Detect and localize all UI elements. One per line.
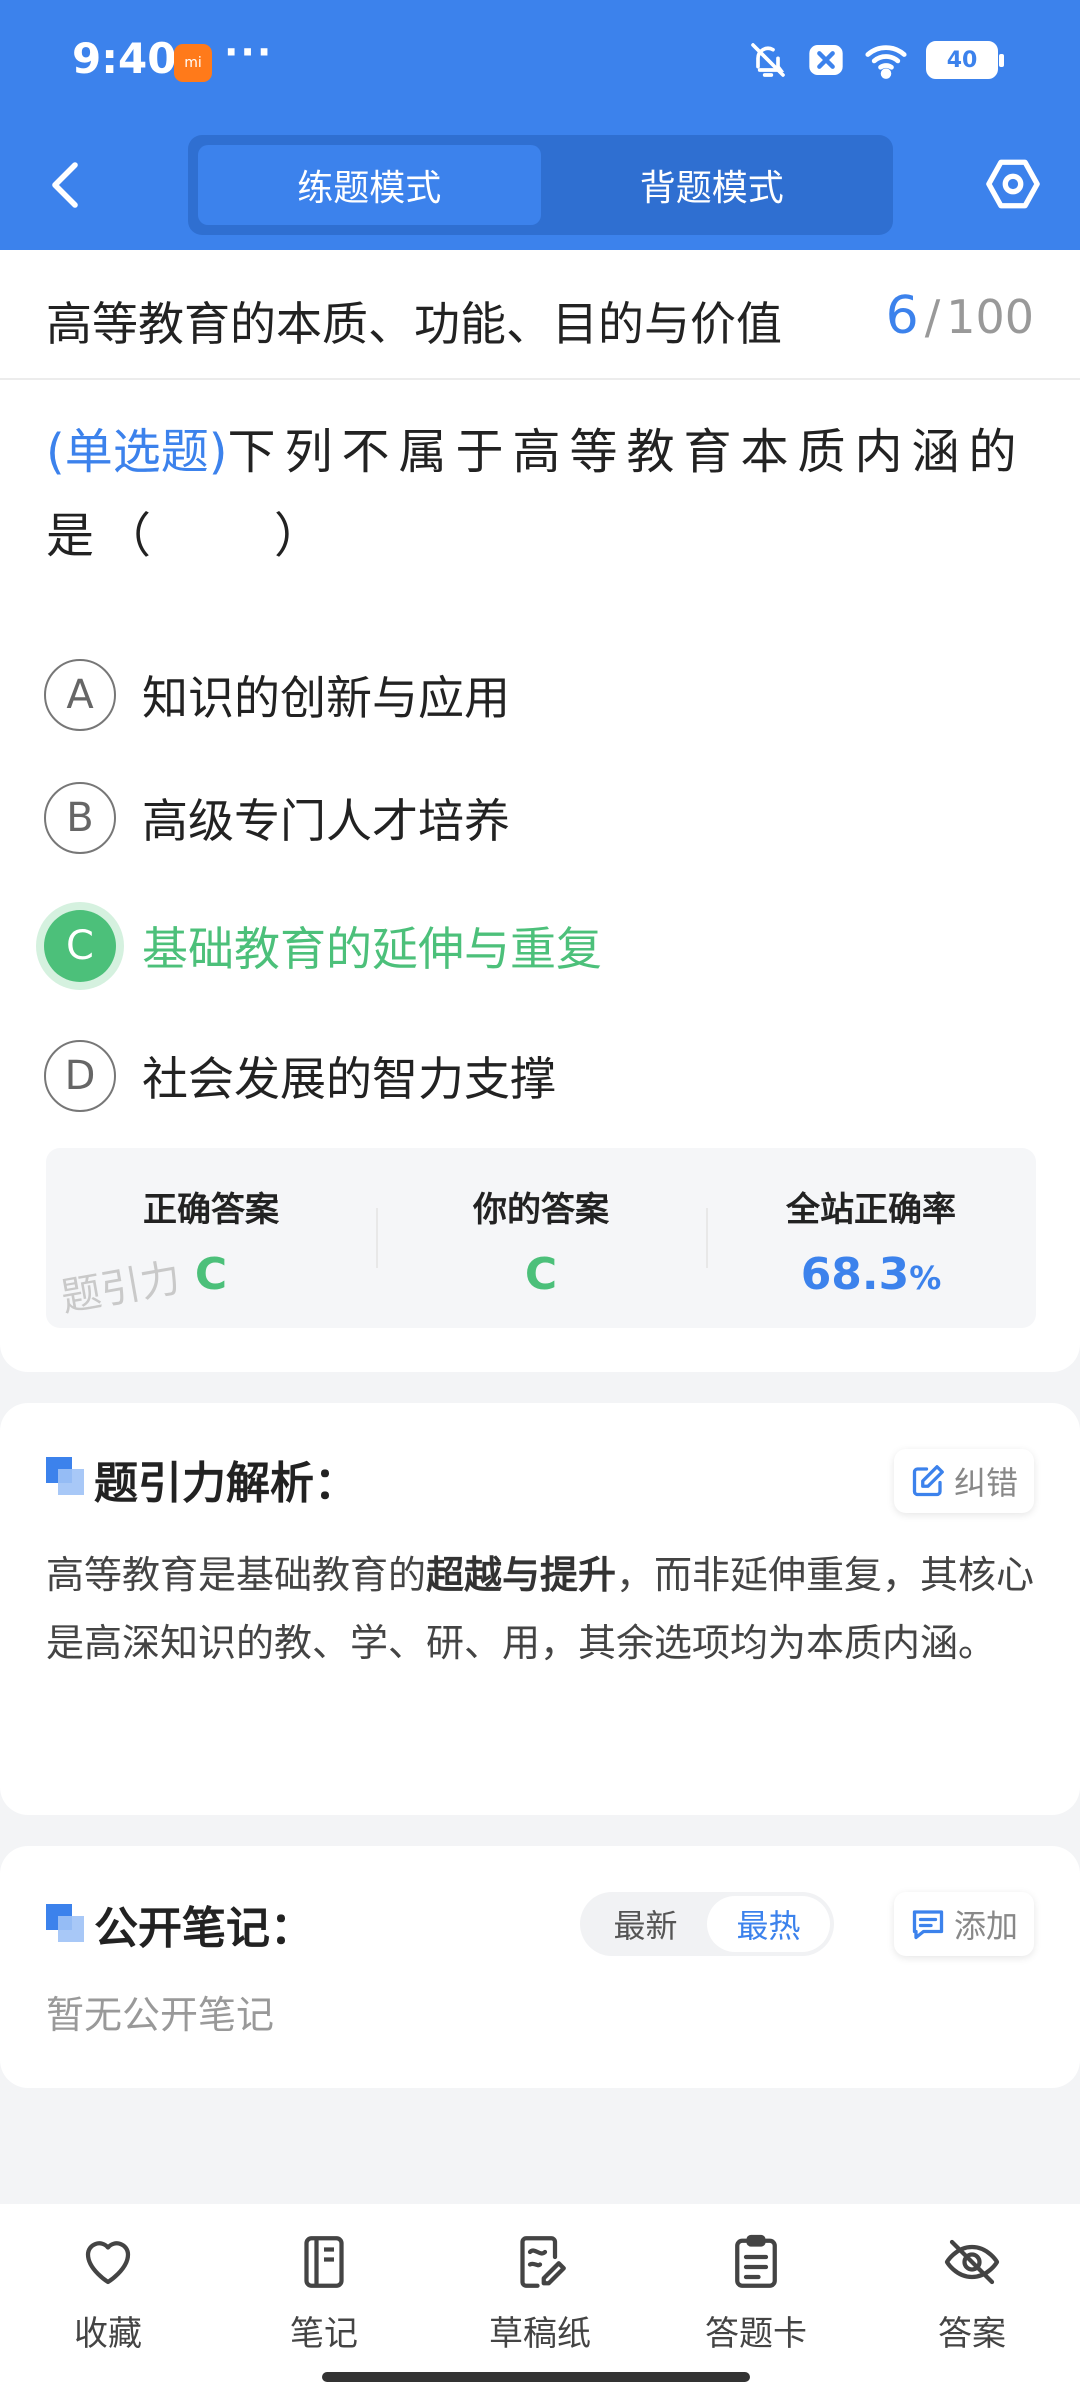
sort-newest[interactable]: 最新 xyxy=(584,1896,707,1952)
option-a-letter: A xyxy=(44,659,116,731)
notes-empty-text: 暂无公开笔记 xyxy=(46,1993,275,2037)
accuracy-unit: % xyxy=(909,1259,942,1297)
option-c[interactable]: C 基础教育的延伸与重复 xyxy=(44,908,602,984)
heart-icon xyxy=(85,2241,131,2285)
analysis-title: 题引力解析： xyxy=(94,1458,358,1509)
draft-icon xyxy=(520,2236,566,2288)
stat-your-answer: 你的答案 C xyxy=(376,1148,706,1328)
analysis-text-part1: 高等教育是基础教育的 xyxy=(46,1553,427,1597)
add-note-button[interactable]: 添加 xyxy=(893,1892,1034,1956)
notebook-icon xyxy=(304,2236,344,2288)
accuracy-number: 68.3 xyxy=(800,1249,910,1300)
stat-accuracy: 全站正确率 68.3% xyxy=(706,1148,1036,1328)
option-a[interactable]: A 知识的创新与应用 xyxy=(44,657,510,733)
show-answer-button[interactable]: 答案 xyxy=(864,2232,1080,2400)
option-b[interactable]: B 高级专门人才培养 xyxy=(44,780,510,856)
chapter-title: 高等教育的本质、功能、目的与价值 xyxy=(46,297,782,351)
bell-off-icon xyxy=(751,43,785,77)
tab-practice-mode[interactable]: 练题模式 xyxy=(198,145,541,225)
tab-memorize-mode[interactable]: 背题模式 xyxy=(541,145,884,225)
eye-off-icon xyxy=(944,2239,1000,2285)
question-title-row: 高等教育的本质、功能、目的与价值 6/100 xyxy=(0,250,1080,380)
answer-card-icon xyxy=(735,2234,777,2288)
progress-current: 6 xyxy=(885,286,919,346)
notes-card: 公开笔记： 最新 最热 添加 暂无公开笔记 xyxy=(0,1846,1080,2088)
question-text: (单选题)下列不属于高等教育本质内涵的是（ ） xyxy=(46,410,1041,578)
battery-icon: 40 xyxy=(926,41,1004,79)
top-header: 9:40 mi ··· 40 练题模式 背题模式 xyxy=(0,0,1080,250)
option-a-text: 知识的创新与应用 xyxy=(142,671,510,725)
question-card: 高等教育的本质、功能、目的与价值 6/100 (单选题)下列不属于高等教育本质内… xyxy=(0,250,1080,1372)
your-answer-value: C xyxy=(524,1249,558,1300)
status-time: 9:40 xyxy=(72,34,177,83)
option-c-text: 基础教育的延伸与重复 xyxy=(142,922,602,976)
home-indicator xyxy=(322,2372,750,2382)
edit-icon xyxy=(912,1465,944,1497)
stat-correct-answer: 正确答案 C 题引力 xyxy=(46,1148,376,1328)
show-answer-label: 答案 xyxy=(938,2314,1006,2354)
option-b-text: 高级专门人才培养 xyxy=(142,794,510,848)
accuracy-label: 全站正确率 xyxy=(786,1190,956,1230)
option-d-text: 社会发展的智力支撑 xyxy=(142,1052,556,1106)
comment-icon xyxy=(912,1910,944,1940)
progress-separator: / xyxy=(924,290,941,344)
app-notification-icon: mi xyxy=(174,44,212,82)
status-icons: 40 xyxy=(748,40,1004,80)
section-icon xyxy=(46,1904,86,1944)
data-off-icon xyxy=(809,45,843,75)
notes-sort-toggle: 最新 最热 xyxy=(580,1892,834,1956)
analysis-card: 题引力解析： 纠错 高等教育是基础教育的超越与提升，而非延伸重复，其核心是高深知… xyxy=(0,1403,1080,1815)
more-notifications-icon: ··· xyxy=(224,30,274,74)
battery-level: 40 xyxy=(946,47,978,73)
chevron-left-icon xyxy=(52,162,78,208)
progress-total: 100 xyxy=(946,290,1034,344)
wifi-icon xyxy=(865,45,907,79)
report-error-label: 纠错 xyxy=(953,1464,1018,1502)
bottom-toolbar: 收藏 笔记 草稿纸 答题卡 答案 xyxy=(0,2204,1080,2400)
question-progress: 6/100 xyxy=(886,286,1034,346)
notes-title: 公开笔记： xyxy=(94,1903,314,1954)
favorite-button[interactable]: 收藏 xyxy=(0,2232,216,2400)
option-b-letter: B xyxy=(44,782,116,854)
correct-answer-label: 正确答案 xyxy=(143,1190,279,1230)
option-c-letter: C xyxy=(44,910,116,982)
option-d-letter: D xyxy=(44,1040,116,1112)
analysis-text-emphasis: 超越与提升 xyxy=(426,1553,617,1597)
mode-switch: 练题模式 背题模式 xyxy=(188,135,893,235)
settings-icon[interactable] xyxy=(984,155,1042,213)
report-error-button[interactable]: 纠错 xyxy=(893,1449,1034,1513)
section-icon xyxy=(46,1457,86,1497)
question-type: (单选题) xyxy=(46,424,228,480)
answer-stats: 正确答案 C 题引力 你的答案 C 全站正确率 68.3% xyxy=(46,1148,1036,1328)
notes-label: 笔记 xyxy=(290,2314,358,2354)
sort-hottest[interactable]: 最热 xyxy=(707,1896,830,1952)
favorite-label: 收藏 xyxy=(74,2314,142,2354)
accuracy-value: 68.3% xyxy=(706,1249,1036,1300)
add-note-label: 添加 xyxy=(953,1907,1018,1945)
analysis-text: 高等教育是基础教育的超越与提升，而非延伸重复，其核心是高深知识的教、学、研、用，… xyxy=(46,1541,1036,1677)
your-answer-label: 你的答案 xyxy=(473,1190,609,1230)
answer-card-label: 答题卡 xyxy=(705,2314,807,2354)
draft-label: 草稿纸 xyxy=(489,2314,591,2354)
back-button[interactable] xyxy=(40,155,90,215)
option-d[interactable]: D 社会发展的智力支撑 xyxy=(44,1038,556,1114)
status-bar: 9:40 mi ··· 40 xyxy=(0,0,1080,125)
